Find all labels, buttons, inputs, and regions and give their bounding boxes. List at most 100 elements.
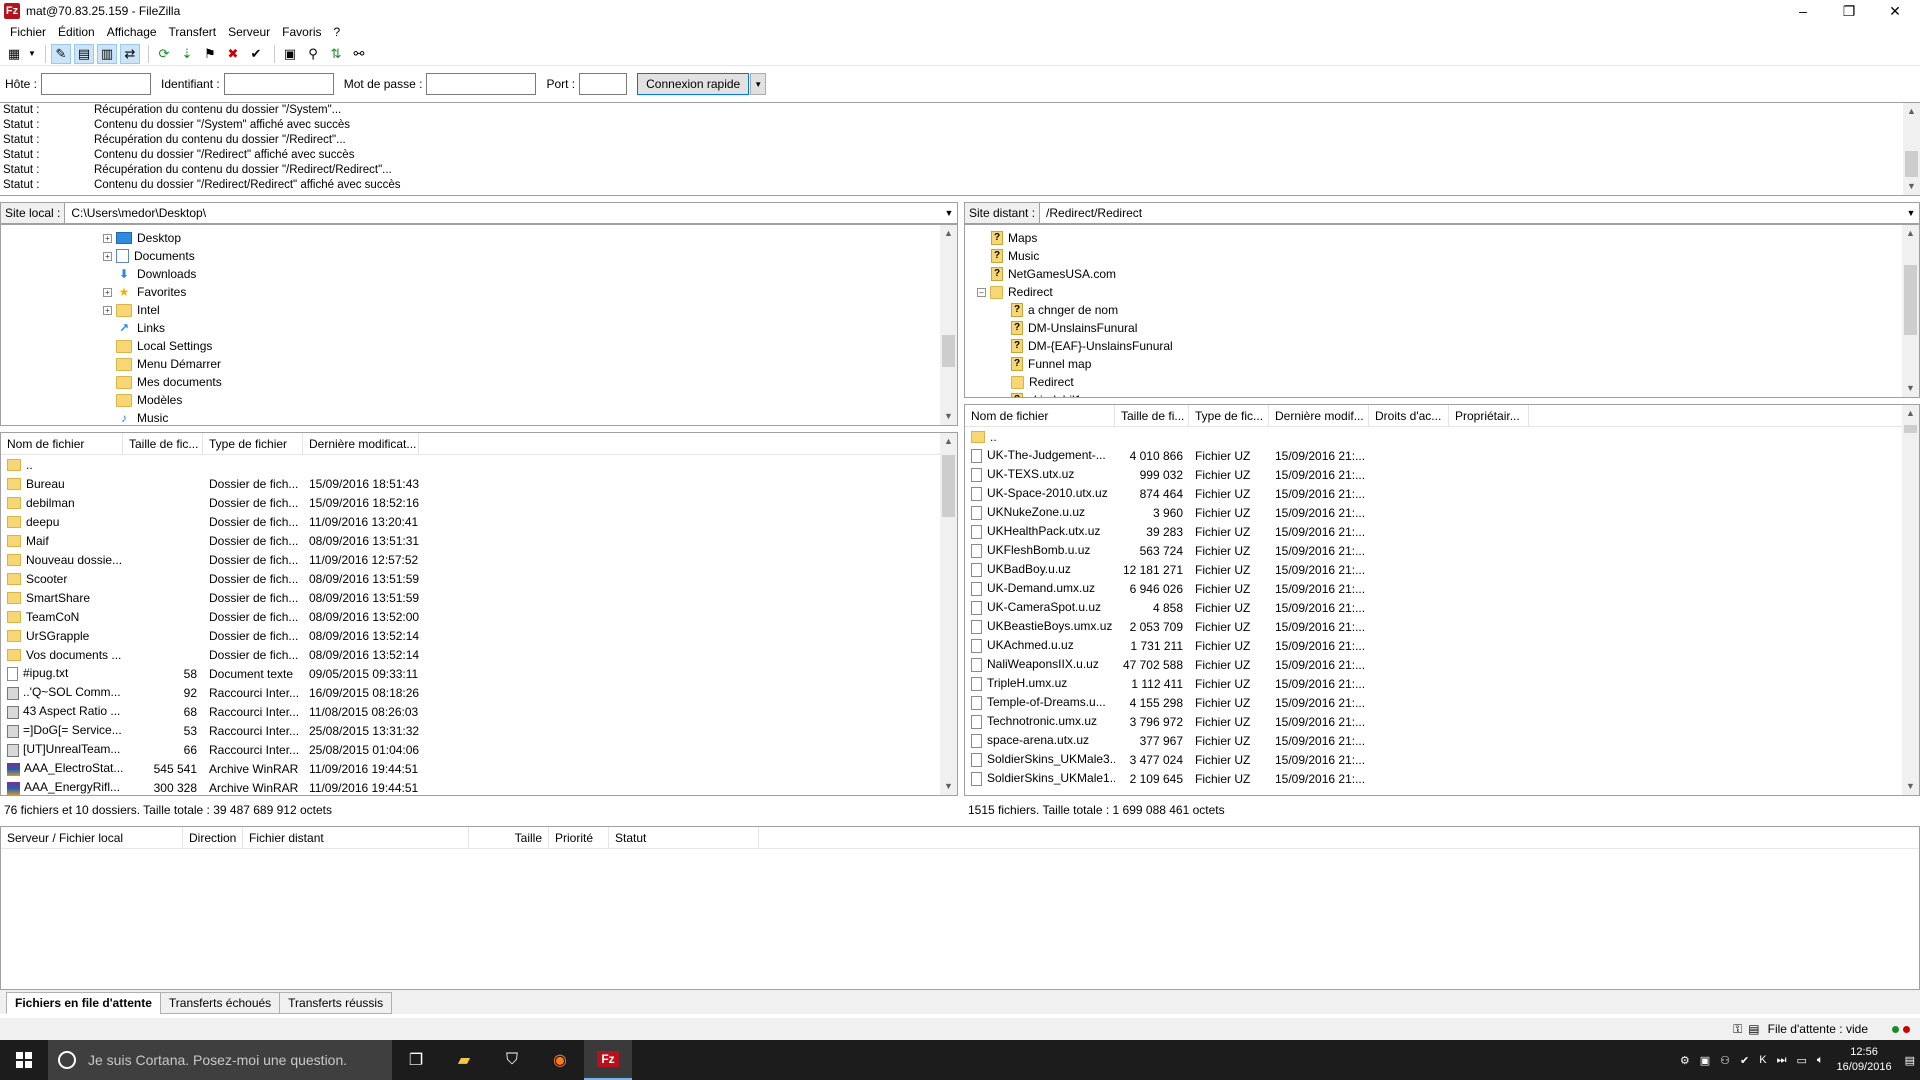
table-row[interactable]: UK-TEXS.utx.uz 999 032 Fichier UZ 15/09/201… — [965, 465, 1369, 484]
table-row[interactable]: SmartShare Dossier de fich... 08/09/2016 1… — [1, 588, 419, 607]
table-row[interactable]: NaliWeaponsIIX.u.uz 47 702 588 Fichier UZ 1… — [965, 655, 1369, 674]
scroll-down-icon[interactable]: ▼ — [940, 408, 957, 425]
col-size[interactable]: Taille de fic... — [123, 433, 203, 454]
expand-icon[interactable]: + — [103, 251, 112, 261]
tree-node[interactable]: ⬇ Downloads — [103, 265, 196, 283]
process-queue-icon[interactable]: ⇣ — [177, 44, 197, 64]
col-type[interactable]: Type de fichier — [203, 433, 303, 454]
menu-fichier[interactable]: Fichier — [4, 25, 52, 39]
remote-path-dropdown-icon[interactable]: ▼ — [1903, 208, 1919, 218]
scroll-thumb[interactable] — [942, 455, 955, 517]
expand-icon[interactable]: + — [103, 287, 112, 297]
directory-comparison-icon[interactable]: ▣ — [280, 44, 300, 64]
tray-check-icon[interactable]: ✔ — [1740, 1054, 1749, 1067]
table-row[interactable]: AAA_EnergyRifl... 300 328 Archive WinRAR 11… — [1, 778, 419, 795]
tab-failed-transfers[interactable]: Transferts échoués — [159, 992, 281, 1014]
tray-app-icon[interactable]: ⚙ — [1680, 1054, 1690, 1067]
action-center-icon[interactable]: ▤ — [1905, 1054, 1915, 1067]
search-files-icon[interactable]: ⚯ — [349, 44, 369, 64]
col-priority[interactable]: Priorité — [549, 827, 609, 848]
tree-node[interactable]: ♪ Music — [103, 409, 168, 425]
table-row[interactable]: TripleH.umx.uz 1 112 411 Fichier UZ 15/09/2… — [965, 674, 1369, 693]
table-row[interactable]: UKBeastieBoys.umx.uz 2 053 709 Fichier UZ 1… — [965, 617, 1369, 636]
col-date[interactable]: Dernière modif... — [1269, 405, 1369, 426]
network-icon[interactable]: ▭ — [1797, 1054, 1807, 1067]
table-row[interactable]: UrSGrapple Dossier de fich... 08/09/2016 1… — [1, 626, 419, 645]
tree-node[interactable]: Mes documents — [103, 373, 222, 391]
table-row[interactable]: deepu Dossier de fich... 11/09/2016 13:20:… — [1, 512, 419, 531]
expand-icon[interactable]: + — [103, 305, 112, 315]
tab-successful-transfers[interactable]: Transferts réussis — [279, 992, 393, 1014]
refresh-icon[interactable]: ⟳ — [154, 44, 174, 64]
sync-browsing-icon[interactable]: ⇅ — [326, 44, 346, 64]
col-permissions[interactable]: Droits d'ac... — [1369, 405, 1449, 426]
tree-node[interactable]: + Desktop — [103, 229, 181, 247]
table-row[interactable]: UKBadBoy.u.uz 12 181 271 Fichier UZ 15/09/2… — [965, 560, 1369, 579]
site-manager-dropdown-icon[interactable]: ▼ — [27, 44, 37, 64]
menu-favoris[interactable]: Favoris — [276, 25, 327, 39]
quickconnect-button[interactable]: Connexion rapide — [637, 73, 750, 95]
table-row[interactable]: ..'Q~SOL Comm... 92 Raccourci Inter... 16/0… — [1, 683, 419, 702]
tray-k-icon[interactable]: K — [1759, 1054, 1766, 1066]
table-row[interactable]: Temple-of-Dreams.u... 4 155 298 Fichier UZ… — [965, 693, 1369, 712]
table-row[interactable]: Scooter Dossier de fich... 08/09/2016 13:5… — [1, 569, 419, 588]
tree-node[interactable]: + Intel — [103, 301, 160, 319]
tree-node[interactable]: ? Music — [991, 247, 1039, 265]
table-row[interactable]: UKNukeZone.u.uz 3 960 Fichier UZ 15/09/2016… — [965, 503, 1369, 522]
table-row[interactable]: #ipug.txt 58 Document texte 09/05/2015 09:3… — [1, 664, 419, 683]
tree-node[interactable]: ? Maps — [991, 229, 1037, 247]
table-row[interactable]: UK-Demand.umx.uz 6 946 026 Fichier UZ 15/09… — [965, 579, 1369, 598]
quickconnect-dropdown-icon[interactable]: ▼ — [750, 73, 767, 95]
table-row[interactable]: UKAchmed.u.uz 1 731 211 Fichier UZ 15/09/20… — [965, 636, 1369, 655]
table-row[interactable]: SoldierSkins_UKMale1... 2 109 645 Fichier … — [965, 769, 1369, 788]
table-row[interactable]: UK-CameraSpot.u.uz 4 858 Fichier UZ 15/09/2… — [965, 598, 1369, 617]
clock[interactable]: 12:56 16/09/2016 — [1837, 1045, 1892, 1075]
col-size[interactable]: Taille — [469, 827, 549, 848]
col-remote-file[interactable]: Fichier distant — [243, 827, 469, 848]
filezilla-taskbar-icon[interactable]: Fz — [584, 1040, 632, 1080]
tree-node[interactable]: Modèles — [103, 391, 182, 409]
toggle-log-icon[interactable]: ✎ — [51, 43, 71, 64]
tree-node[interactable]: Redirect — [1011, 373, 1074, 391]
password-input[interactable] — [426, 73, 537, 95]
firefox-icon[interactable]: ◉ — [536, 1040, 584, 1080]
table-row[interactable]: .. — [965, 427, 1369, 446]
table-row[interactable]: TeamCoN Dossier de fich... 08/09/2016 13:5… — [1, 607, 419, 626]
scroll-thumb[interactable] — [1904, 265, 1917, 335]
col-date[interactable]: Dernière modificat... — [303, 433, 419, 454]
local-list-scrollbar[interactable]: ▲ ▼ — [940, 433, 957, 795]
scroll-down-icon[interactable]: ▼ — [1902, 380, 1919, 397]
log-scrollbar[interactable]: ▲ ▼ — [1903, 103, 1920, 195]
col-owner[interactable]: Propriétair... — [1449, 405, 1529, 426]
local-path-input[interactable]: C:\Users\medor\Desktop\ — [65, 206, 941, 220]
col-size[interactable]: Taille de fi... — [1115, 405, 1189, 426]
site-manager-icon[interactable]: ▦ — [4, 44, 24, 64]
tree-node[interactable]: ? a chnger de nom — [1011, 301, 1118, 319]
col-status[interactable]: Statut — [609, 827, 759, 848]
scroll-down-icon[interactable]: ▼ — [1903, 178, 1920, 195]
tree-node[interactable]: ? Funnel map — [1011, 355, 1091, 373]
scroll-thumb[interactable] — [1904, 425, 1917, 433]
table-row[interactable]: Bureau Dossier de fich... 15/09/2016 18:51… — [1, 474, 419, 493]
table-row[interactable]: .. — [1, 455, 419, 474]
table-row[interactable]: UK-The-Judgement-... 4 010 866 Fichier UZ 1… — [965, 446, 1369, 465]
menu-serveur[interactable]: Serveur — [222, 25, 276, 39]
scroll-thumb[interactable] — [942, 335, 955, 367]
close-button[interactable]: ✕ — [1872, 0, 1918, 22]
tray-skip-icon[interactable]: ⏭ — [1777, 1054, 1787, 1067]
tree-node[interactable]: – Redirect — [977, 283, 1053, 301]
stop-icon[interactable]: ⚑ — [200, 44, 220, 64]
volume-icon[interactable]: 🔈︎ — [1817, 1054, 1824, 1067]
scroll-up-icon[interactable]: ▲ — [1902, 225, 1919, 242]
menu-transfert[interactable]: Transfert — [163, 25, 223, 39]
table-row[interactable]: [UT]UnrealTeam... 66 Raccourci Inter... 25/… — [1, 740, 419, 759]
scroll-up-icon[interactable]: ▲ — [940, 433, 957, 450]
cortana-search-box[interactable]: Je suis Cortana. Posez-moi une question. — [48, 1040, 392, 1080]
tray-nvidia-icon[interactable]: ▣ — [1700, 1054, 1710, 1067]
remote-tree-scrollbar[interactable]: ▲ ▼ — [1902, 225, 1919, 397]
menu-help[interactable]: ? — [328, 25, 347, 39]
table-row[interactable]: Maif Dossier de fich... 08/09/2016 13:51:3… — [1, 531, 419, 550]
table-row[interactable]: debilman Dossier de fich... 15/09/2016 18:… — [1, 493, 419, 512]
table-row[interactable]: Technotronic.umx.uz 3 796 972 Fichier UZ 15… — [965, 712, 1369, 731]
scroll-down-icon[interactable]: ▼ — [940, 778, 957, 795]
